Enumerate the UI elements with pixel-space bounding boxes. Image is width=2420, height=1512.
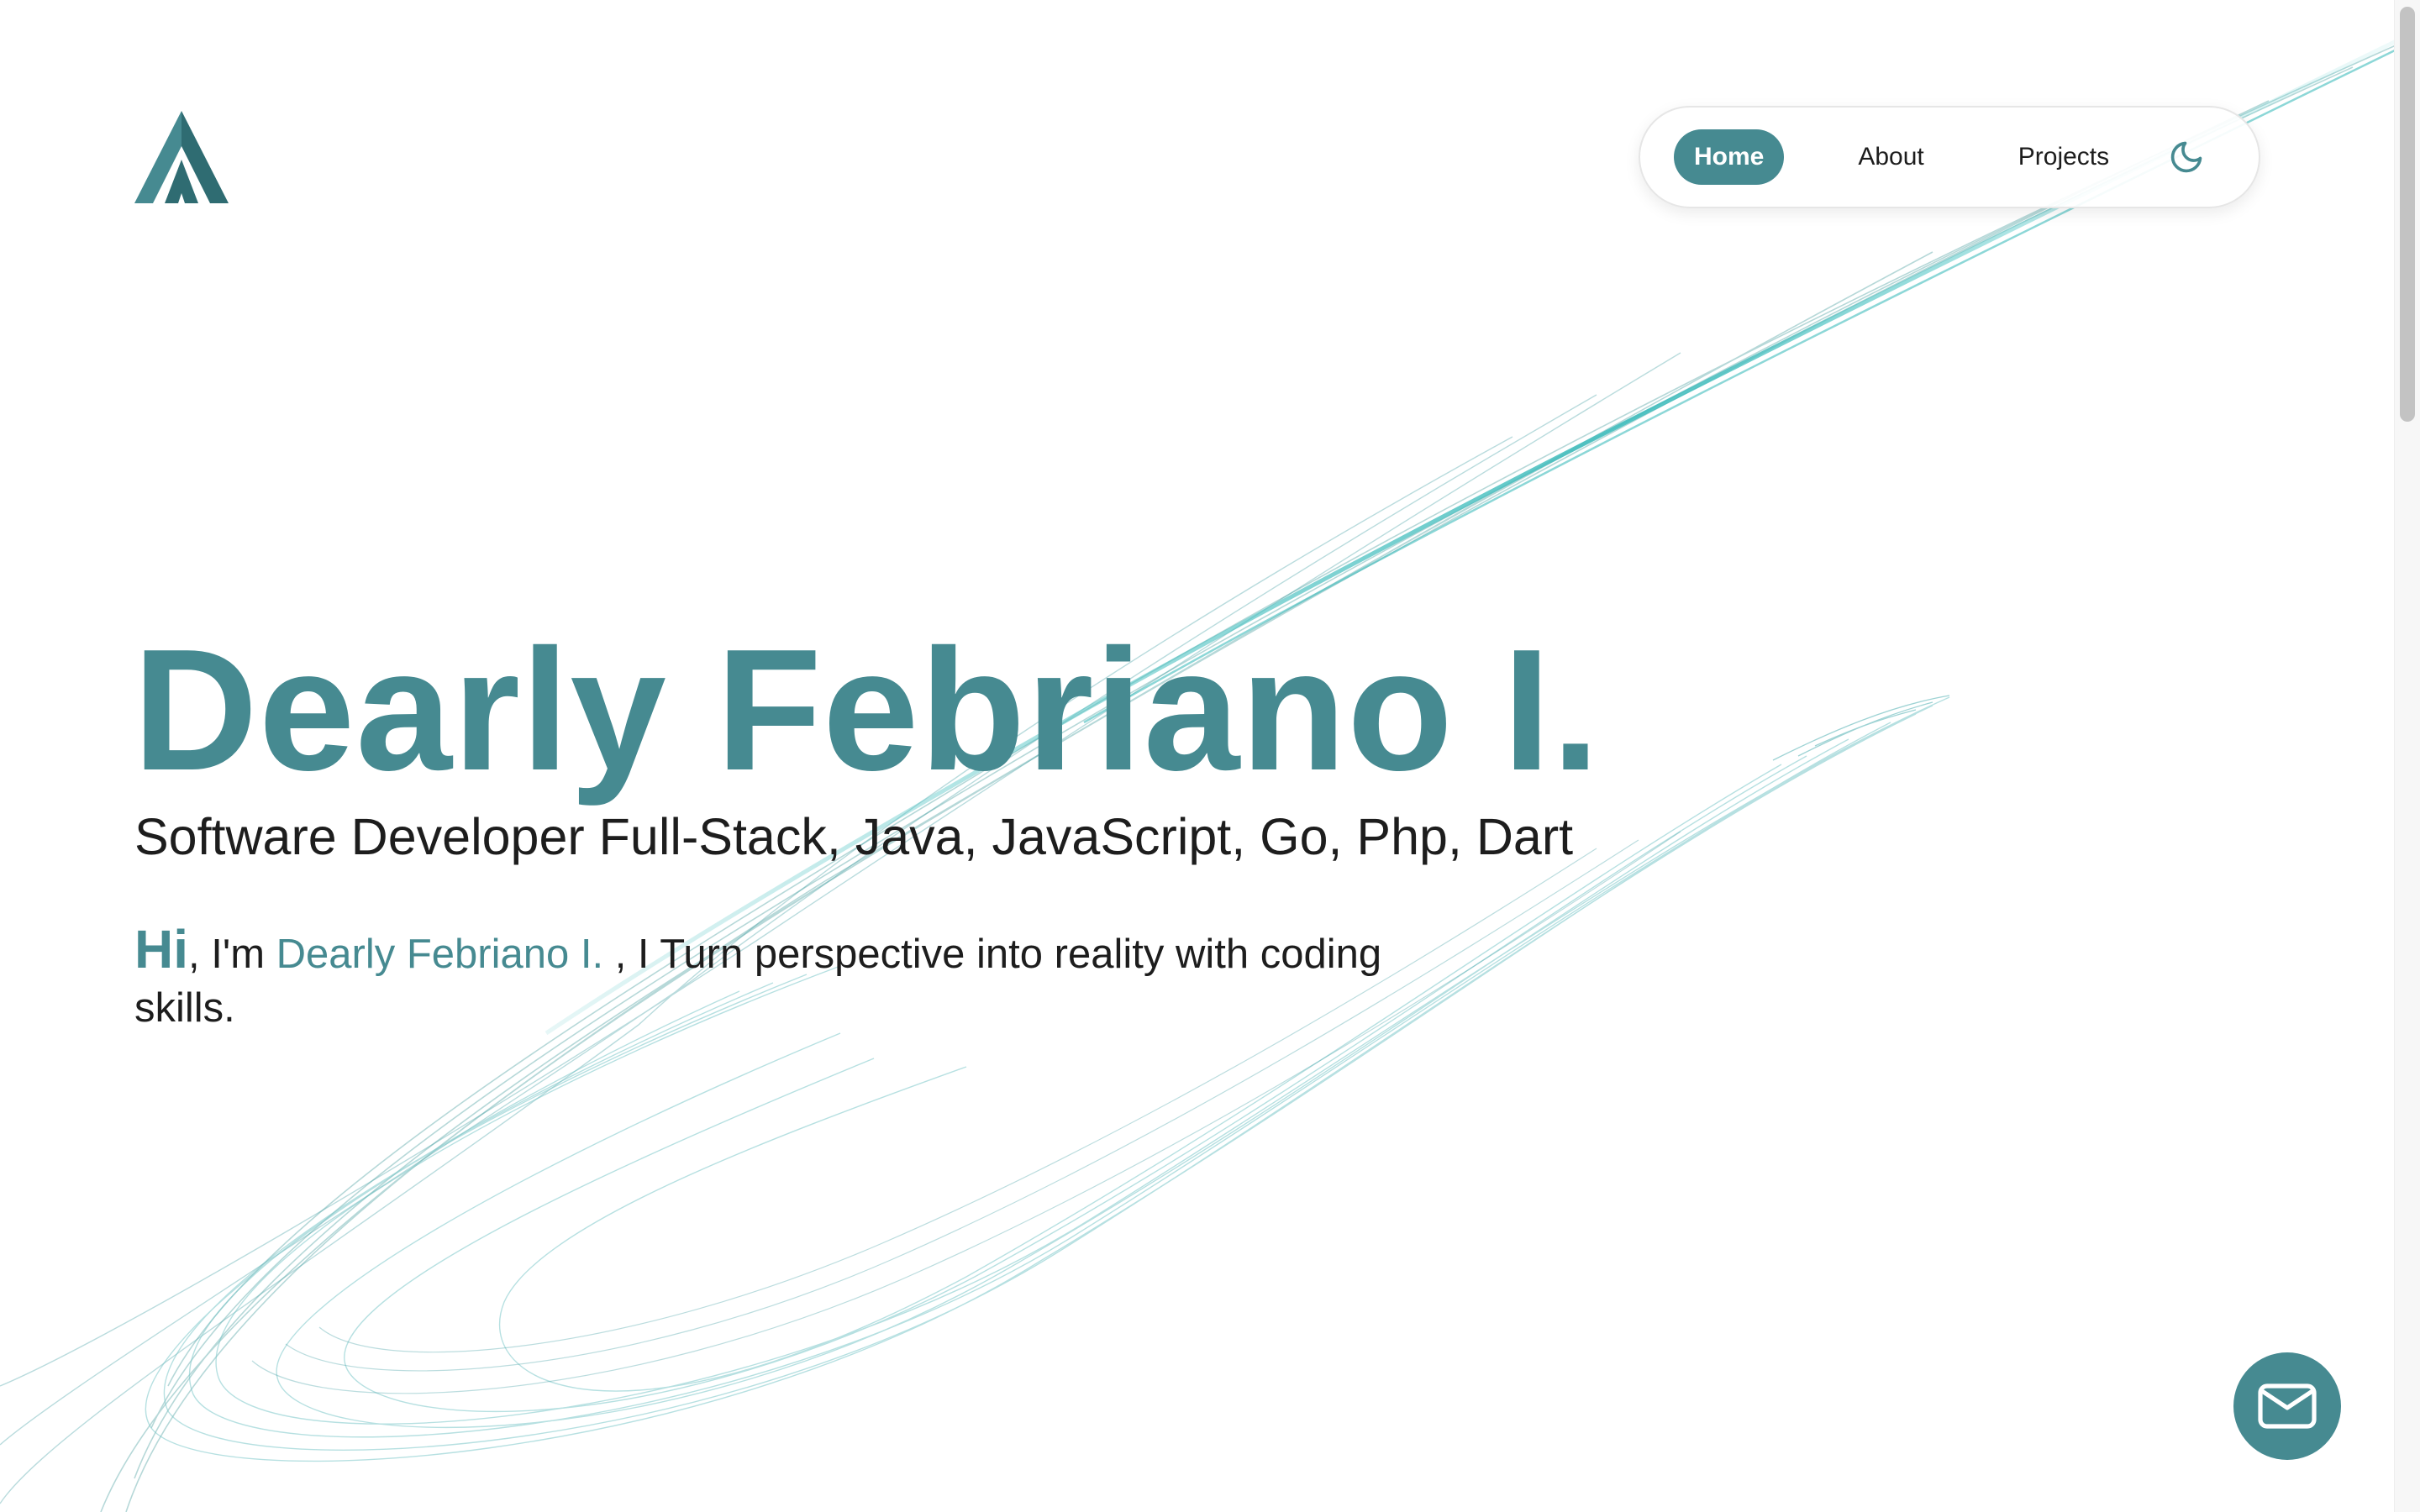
intro-text-1: , I'm	[188, 932, 276, 977]
nav-about-link[interactable]: About	[1838, 129, 1944, 185]
hero-subtitle: Software Developer Full-Stack, Java, Jav…	[134, 808, 1574, 865]
theme-toggle-button[interactable]	[2163, 134, 2210, 181]
stylized-a-logo-icon[interactable]	[134, 111, 229, 203]
intro-paragraph: Hi, I'm Dearly Febriano I. , I Turn pers…	[134, 922, 1479, 1035]
hero-title: Dearly Febriano I.	[133, 613, 1601, 806]
intro-name: Dearly Febriano I.	[276, 932, 615, 977]
main-nav: Home About Projects	[1639, 106, 2260, 208]
page: Home About Projects Dearly Febriano I. S…	[0, 0, 2420, 1512]
page-scrollbar[interactable]	[2394, 0, 2420, 1512]
mail-icon	[2258, 1383, 2317, 1429]
contact-mail-button[interactable]	[2233, 1352, 2341, 1460]
nav-home-link[interactable]: Home	[1674, 129, 1785, 185]
nav-projects-link[interactable]: Projects	[1998, 129, 2129, 185]
scrollbar-thumb[interactable]	[2400, 7, 2415, 422]
intro-hi: Hi	[134, 919, 188, 979]
moon-icon	[2170, 141, 2202, 173]
